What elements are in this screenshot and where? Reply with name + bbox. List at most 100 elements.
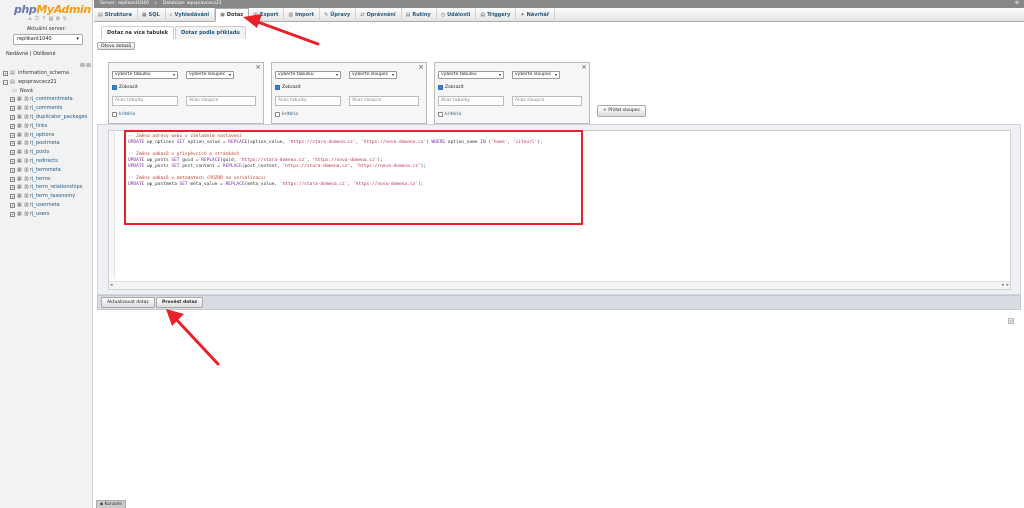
tree-table[interactable]: + ▦ ▥ rj_term_relationships [0, 183, 93, 192]
favorites-tab[interactable]: Oblíbené [33, 51, 55, 57]
show-checkbox[interactable]: Zobrazit [275, 85, 301, 90]
column-alias-input[interactable]: Alias sloupce [512, 96, 582, 106]
expand-icon[interactable]: + [10, 141, 15, 147]
expand-icon[interactable]: + [10, 194, 15, 200]
tab-sql[interactable]: ▦ SQL [138, 8, 166, 22]
page-settings-icon[interactable]: ▤ [1008, 318, 1014, 324]
subtab-query-by-example[interactable]: Dotaz podle příkladu [175, 26, 246, 39]
column-alias-input[interactable]: Alias sloupce [186, 96, 256, 106]
console-toggle[interactable]: ▪ Konzole [96, 500, 126, 508]
expand-icon[interactable]: + [10, 97, 15, 103]
expand-icon[interactable]: + [10, 167, 15, 173]
expand-icon[interactable]: + [10, 150, 15, 156]
table-select[interactable]: vyberte tabulku ▾ [438, 71, 504, 79]
tab-triggery[interactable]: ▤ Triggery [476, 8, 517, 22]
expand-icon[interactable]: + [10, 132, 15, 138]
tree-table[interactable]: + ▦ ▥ rj_usermeta [0, 201, 93, 210]
tab-export[interactable]: ▥ Export [249, 8, 285, 22]
expand-icon[interactable]: + [10, 106, 15, 112]
checkbox-checked[interactable] [438, 85, 443, 90]
tab-opravneni[interactable]: ⇄ Oprávnění [356, 8, 402, 22]
expand-icon[interactable]: + [10, 176, 15, 182]
column-select[interactable]: vyberte sloupec ▾ [512, 71, 560, 79]
checkbox-checked[interactable] [112, 85, 117, 90]
tree-table[interactable]: + ▦ ▥ rj_redirects [0, 157, 93, 166]
add-column-button[interactable]: + Přidat sloupec [597, 105, 647, 117]
link-with-main-icon[interactable] [86, 63, 91, 67]
tab-struktura[interactable]: ▤ Struktura [94, 8, 138, 22]
scroll-right-icon[interactable]: ▸ [1002, 282, 1005, 288]
show-checkbox[interactable]: Zobrazit [112, 85, 138, 90]
table-alias-input[interactable]: Alias tabulky [438, 96, 504, 106]
docs-icon[interactable]: ▤ [48, 16, 54, 22]
reload-icon[interactable]: ↻ [62, 16, 68, 22]
table-select[interactable]: vyberte tabulku ▾ [112, 71, 178, 79]
tree-table[interactable]: + ▦ ▥ rj_users [0, 210, 93, 219]
tab-upravy[interactable]: ✎ Úpravy [320, 8, 357, 22]
tab-rutiny[interactable]: ▤ Rutiny [402, 8, 437, 22]
column-select[interactable]: vyberte sloupec ▾ [186, 71, 234, 79]
help-icon[interactable]: ? [41, 16, 47, 22]
checkbox-unchecked[interactable] [112, 112, 117, 117]
update-query-button[interactable]: Aktualizovat dotaz [101, 297, 155, 308]
criteria-checkbox[interactable]: kritéria [112, 112, 135, 117]
tab-udalosti[interactable]: ◷ Události [437, 8, 477, 22]
phpmyadmin-logo[interactable]: phpMyAdmin [14, 3, 91, 16]
criteria-checkbox[interactable]: kritéria [275, 112, 298, 117]
checkbox-unchecked[interactable] [275, 112, 280, 117]
tree-table[interactable]: + ▦ ▥ rj_postmeta [0, 139, 93, 148]
criteria-checkbox[interactable]: kritéria [438, 112, 461, 117]
expand-icon[interactable]: − [3, 79, 8, 85]
tree-database[interactable]: − ▤ wpspravcecz21 [0, 78, 93, 87]
table-select[interactable]: vyberte tabulku ▾ [275, 71, 341, 79]
checkbox-checked[interactable] [275, 85, 280, 90]
open-query-button[interactable]: Otevo dotazů [97, 42, 136, 50]
expand-icon[interactable]: + [3, 71, 8, 76]
breadcrumb-database[interactable]: Databáze: wpspravcecz21 [163, 1, 222, 6]
close-icon[interactable]: × [418, 63, 424, 71]
scroll-left-icon[interactable]: ◂ [110, 282, 113, 288]
column-box: × vyberte tabulku ▾ vyberte sloupec ▾ Zobrazi… [271, 62, 427, 124]
tree-table[interactable]: + ▦ ▥ rj_options [0, 131, 93, 140]
run-query-button[interactable]: Provést dotaz [156, 297, 204, 308]
collapse-all-icon[interactable] [80, 63, 85, 67]
server-select[interactable]: replikant1040 ▾ [13, 34, 83, 45]
settings-icon[interactable]: ⚙ [55, 16, 61, 22]
breadcrumb-server[interactable]: Server: replikant1040 [100, 1, 149, 6]
tab-navrhar[interactable]: ✦ Návrhář [516, 8, 556, 22]
recent-tab[interactable]: Nedávné [6, 51, 28, 57]
table-alias-input[interactable]: Alias tabulky [275, 96, 341, 106]
expand-icon[interactable]: + [10, 114, 15, 120]
expand-icon[interactable]: + [10, 202, 15, 208]
tree-table[interactable]: + ▦ ▥ rj_duplicator_packages [0, 113, 93, 122]
tree-table[interactable]: + ▦ ▥ rj_termmeta [0, 166, 93, 175]
close-icon[interactable]: × [581, 63, 587, 71]
expand-icon[interactable]: + [10, 123, 15, 129]
table-alias-input[interactable]: Alias tabulky [112, 96, 178, 106]
gear-icon[interactable]: ⚙ [1015, 0, 1019, 8]
tree-table[interactable]: + ▦ ▥ rj_posts [0, 148, 93, 157]
tab-import[interactable]: ▥ Import [284, 8, 321, 22]
column-alias-input[interactable]: Alias sloupce [349, 96, 419, 106]
expand-icon[interactable]: + [10, 158, 15, 164]
horizontal-scrollbar[interactable]: ◂ ▸ ▸ [109, 281, 1010, 289]
show-checkbox[interactable]: Zobrazit [438, 85, 464, 90]
column-select[interactable]: vyberte sloupec ▾ [349, 71, 397, 79]
scroll-end-icon[interactable]: ▸ [1006, 282, 1009, 288]
tree-database[interactable]: + ▤ information_schema [0, 69, 93, 78]
tab-dotaz[interactable]: ▣ Dotaz [215, 8, 250, 22]
tree-table[interactable]: + ▦ ▥ rj_links [0, 122, 93, 131]
home-icon[interactable]: ⌂ [27, 16, 33, 22]
expand-icon[interactable]: + [10, 211, 15, 217]
subtab-multi-table[interactable]: Dotaz na více tabulek [101, 26, 175, 39]
tree-table[interactable]: + ▦ ▥ rj_commentmeta [0, 95, 93, 104]
expand-icon[interactable]: + [10, 185, 15, 191]
tree-table[interactable]: + ▦ ▥ rj_comments [0, 104, 93, 113]
tree-table[interactable]: + ▦ ▥ rj_term_taxonomy [0, 192, 93, 201]
tab-vyhledavani[interactable]: ⌕ Vyhledávání [166, 8, 216, 22]
tree-new-table[interactable]: ▭ Nová [0, 87, 93, 96]
checkbox-unchecked[interactable] [438, 112, 443, 117]
close-icon[interactable]: × [255, 63, 261, 71]
logout-icon[interactable]: ⎋ [34, 16, 40, 22]
tree-table[interactable]: + ▦ ▥ rj_terms [0, 175, 93, 184]
